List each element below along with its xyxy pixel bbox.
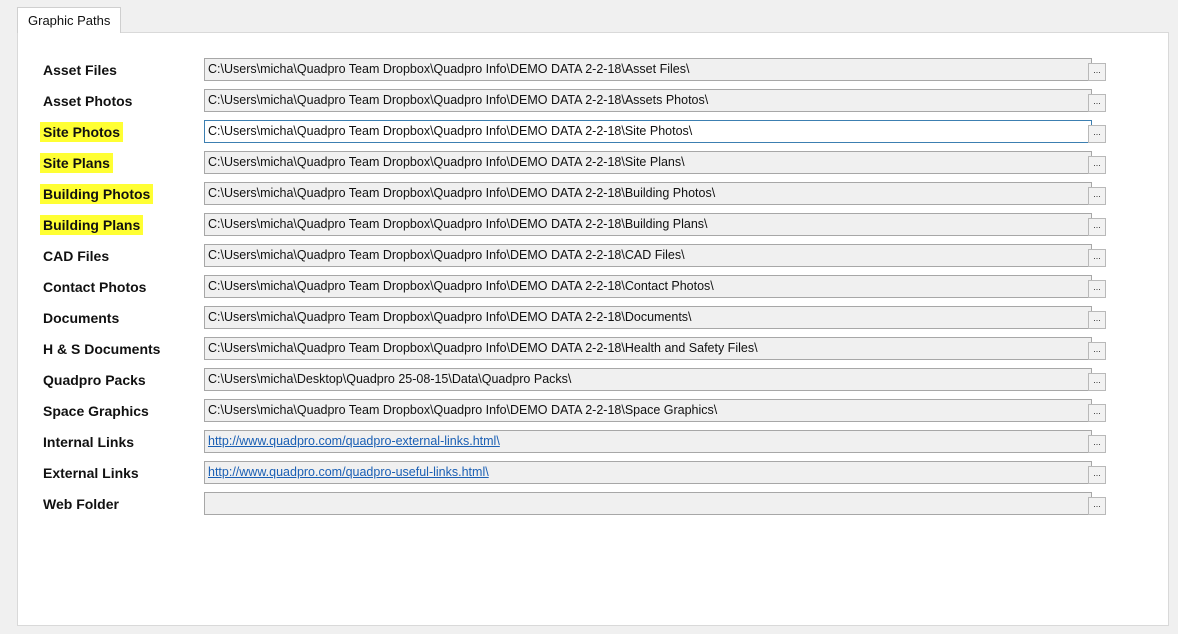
cad-files-browse-button[interactable]: ... xyxy=(1088,249,1106,267)
row-internal-links: Internal Links http://www.quadpro.com/qu… xyxy=(18,429,1168,460)
contact-photos-label: Contact Photos xyxy=(43,279,147,295)
contact-photos-browse-button[interactable]: ... xyxy=(1088,280,1106,298)
asset-files-browse-button[interactable]: ... xyxy=(1088,63,1106,81)
row-cad-files: CAD Files C:\Users\micha\Quadpro Team Dr… xyxy=(18,243,1168,274)
row-external-links: External Links http://www.quadpro.com/qu… xyxy=(18,460,1168,491)
building-plans-path-input[interactable]: C:\Users\micha\Quadpro Team Dropbox\Quad… xyxy=(204,213,1092,236)
row-building-plans: Building Plans C:\Users\micha\Quadpro Te… xyxy=(18,212,1168,243)
path-rows: Asset Files C:\Users\micha\Quadpro Team … xyxy=(18,57,1168,522)
row-asset-photos: Asset Photos C:\Users\micha\Quadpro Team… xyxy=(18,88,1168,119)
contact-photos-path-input[interactable]: C:\Users\micha\Quadpro Team Dropbox\Quad… xyxy=(204,275,1092,298)
row-hs-documents: H & S Documents C:\Users\micha\Quadpro T… xyxy=(18,336,1168,367)
site-photos-label: Site Photos xyxy=(40,122,124,142)
site-photos-path-input[interactable]: C:\Users\micha\Quadpro Team Dropbox\Quad… xyxy=(204,120,1092,143)
external-links-path-input[interactable]: http://www.quadpro.com/quadpro-useful-li… xyxy=(204,461,1092,484)
row-building-photos: Building Photos C:\Users\micha\Quadpro T… xyxy=(18,181,1168,212)
building-photos-label: Building Photos xyxy=(40,184,154,204)
internal-links-path-input[interactable]: http://www.quadpro.com/quadpro-external-… xyxy=(204,430,1092,453)
asset-files-path-input[interactable]: C:\Users\micha\Quadpro Team Dropbox\Quad… xyxy=(204,58,1092,81)
external-links-browse-button[interactable]: ... xyxy=(1088,466,1106,484)
web-folder-path-input[interactable] xyxy=(204,492,1092,515)
quadpro-packs-label: Quadpro Packs xyxy=(43,372,146,388)
quadpro-packs-path-input[interactable]: C:\Users\micha\Desktop\Quadpro 25-08-15\… xyxy=(204,368,1092,391)
graphic-paths-window: Graphic Paths Asset Files C:\Users\micha… xyxy=(0,0,1178,634)
space-graphics-browse-button[interactable]: ... xyxy=(1088,404,1106,422)
row-site-photos: Site Photos C:\Users\micha\Quadpro Team … xyxy=(18,119,1168,150)
internal-links-label: Internal Links xyxy=(43,434,135,450)
documents-path-input[interactable]: C:\Users\micha\Quadpro Team Dropbox\Quad… xyxy=(204,306,1092,329)
row-quadpro-packs: Quadpro Packs C:\Users\micha\Desktop\Qua… xyxy=(18,367,1168,398)
cad-files-path-input[interactable]: C:\Users\micha\Quadpro Team Dropbox\Quad… xyxy=(204,244,1092,267)
row-web-folder: Web Folder ... xyxy=(18,491,1168,522)
asset-photos-browse-button[interactable]: ... xyxy=(1088,94,1106,112)
site-plans-label: Site Plans xyxy=(40,153,113,173)
building-plans-label: Building Plans xyxy=(40,215,144,235)
site-plans-browse-button[interactable]: ... xyxy=(1088,156,1106,174)
hs-documents-path-input[interactable]: C:\Users\micha\Quadpro Team Dropbox\Quad… xyxy=(204,337,1092,360)
row-site-plans: Site Plans C:\Users\micha\Quadpro Team D… xyxy=(18,150,1168,181)
documents-browse-button[interactable]: ... xyxy=(1088,311,1106,329)
asset-photos-path-input[interactable]: C:\Users\micha\Quadpro Team Dropbox\Quad… xyxy=(204,89,1092,112)
site-photos-browse-button[interactable]: ... xyxy=(1088,125,1106,143)
web-folder-label: Web Folder xyxy=(43,496,119,512)
row-contact-photos: Contact Photos C:\Users\micha\Quadpro Te… xyxy=(18,274,1168,305)
building-photos-path-input[interactable]: C:\Users\micha\Quadpro Team Dropbox\Quad… xyxy=(204,182,1092,205)
row-space-graphics: Space Graphics C:\Users\micha\Quadpro Te… xyxy=(18,398,1168,429)
asset-files-label: Asset Files xyxy=(43,62,117,78)
web-folder-browse-button[interactable]: ... xyxy=(1088,497,1106,515)
site-plans-path-input[interactable]: C:\Users\micha\Quadpro Team Dropbox\Quad… xyxy=(204,151,1092,174)
graphic-paths-panel: Asset Files C:\Users\micha\Quadpro Team … xyxy=(17,32,1169,626)
internal-links-browse-button[interactable]: ... xyxy=(1088,435,1106,453)
documents-label: Documents xyxy=(43,310,120,326)
quadpro-packs-browse-button[interactable]: ... xyxy=(1088,373,1106,391)
row-documents: Documents C:\Users\micha\Quadpro Team Dr… xyxy=(18,305,1168,336)
building-plans-browse-button[interactable]: ... xyxy=(1088,218,1106,236)
building-photos-browse-button[interactable]: ... xyxy=(1088,187,1106,205)
internal-links-url-link[interactable]: http://www.quadpro.com/quadpro-external-… xyxy=(208,434,500,448)
asset-photos-label: Asset Photos xyxy=(43,93,133,109)
external-links-url-link[interactable]: http://www.quadpro.com/quadpro-useful-li… xyxy=(208,465,489,479)
hs-documents-browse-button[interactable]: ... xyxy=(1088,342,1106,360)
tab-graphic-paths[interactable]: Graphic Paths xyxy=(17,7,122,33)
hs-documents-label: H & S Documents xyxy=(43,341,161,357)
row-asset-files: Asset Files C:\Users\micha\Quadpro Team … xyxy=(18,57,1168,88)
external-links-label: External Links xyxy=(43,465,139,481)
space-graphics-path-input[interactable]: C:\Users\micha\Quadpro Team Dropbox\Quad… xyxy=(204,399,1092,422)
space-graphics-label: Space Graphics xyxy=(43,403,149,419)
cad-files-label: CAD Files xyxy=(43,248,110,264)
